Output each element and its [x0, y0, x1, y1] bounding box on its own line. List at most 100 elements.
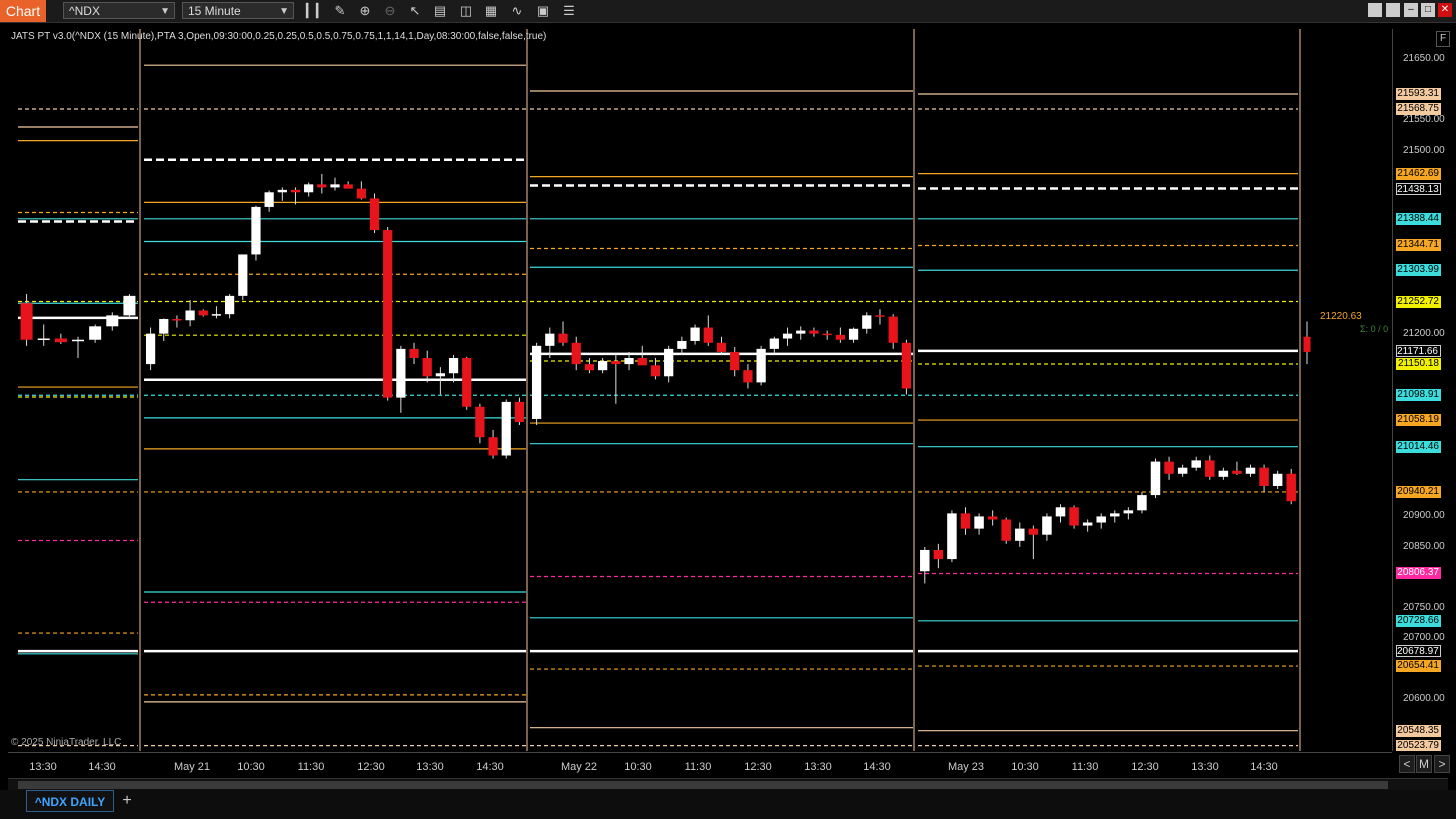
- time-tick-label: 11:30: [297, 761, 325, 773]
- price-tick-label: 20850.00: [1403, 540, 1445, 552]
- candle-body: [782, 333, 793, 339]
- candle-body: [172, 319, 182, 321]
- candle-body: [558, 333, 568, 343]
- candle-body: [1001, 519, 1011, 541]
- data-box-icon[interactable]: ▣: [534, 2, 552, 20]
- scroll-prev-button[interactable]: <: [1399, 755, 1415, 773]
- candle-body: [598, 361, 608, 371]
- add-tab-button[interactable]: +: [118, 792, 136, 810]
- time-tick-label: 12:30: [744, 761, 772, 773]
- candle-body: [225, 295, 235, 315]
- candle-body: [462, 358, 472, 407]
- bar-type-icon[interactable]: ▎▎: [306, 2, 326, 20]
- price-level-tag: 20728.66: [1396, 614, 1441, 627]
- price-level-tag: 21252.72: [1396, 295, 1441, 308]
- candle-body: [1015, 528, 1025, 541]
- price-axis[interactable]: 21650.00 21550.00 21500.00 21200.00 20900.00…: [1392, 29, 1449, 751]
- scroll-next-button[interactable]: >: [1434, 755, 1450, 773]
- candle-body: [637, 358, 647, 366]
- candle-body: [1303, 336, 1311, 352]
- price-tick-label: 21650.00: [1403, 53, 1445, 65]
- chart-panel[interactable]: JATS PT v3.0(^NDX (15 Minute),PTA 3,Open…: [8, 29, 1392, 751]
- candle-body: [862, 315, 872, 329]
- candle-body: [933, 549, 944, 560]
- close-icon[interactable]: ✕: [1438, 3, 1452, 17]
- price-level-tag: 20678.97: [1396, 645, 1441, 658]
- candle-body: [330, 184, 340, 188]
- candle-body: [1042, 516, 1052, 535]
- strategies-icon[interactable]: ▦: [482, 2, 500, 20]
- candle-body: [769, 338, 779, 349]
- chevron-down-icon: ▼: [279, 6, 289, 17]
- candle-body: [1096, 516, 1106, 523]
- candle-body: [304, 184, 314, 193]
- restore-icon[interactable]: [1386, 3, 1400, 17]
- price-level-tag: 21388.44: [1396, 212, 1441, 225]
- candle-body: [796, 330, 806, 334]
- candle-body: [611, 361, 621, 365]
- candle-body: [920, 549, 930, 572]
- candle-body: [1272, 473, 1283, 486]
- properties-icon[interactable]: ▤: [431, 2, 449, 20]
- candle-body: [1286, 473, 1296, 502]
- scroll-thumb[interactable]: [18, 781, 1388, 789]
- candle-body: [987, 516, 998, 520]
- maximize-icon[interactable]: □: [1421, 3, 1435, 17]
- candle-body: [1150, 461, 1161, 496]
- candle-body: [624, 358, 634, 365]
- candle-body: [1110, 513, 1120, 517]
- zoom-in-icon[interactable]: ⊕: [356, 2, 374, 20]
- instrument-selector[interactable]: ^NDX ▼: [63, 2, 175, 19]
- time-tick-label: 14:30: [88, 761, 116, 773]
- chart-app-title: Chart: [0, 0, 46, 22]
- time-tick-label: 11:30: [1071, 761, 1099, 773]
- minimize-icon[interactable]: –: [1404, 3, 1418, 17]
- zoom-out-icon[interactable]: ⊖: [381, 2, 399, 20]
- templates-icon[interactable]: ◫: [457, 2, 475, 20]
- draw-icon[interactable]: ✎: [331, 2, 349, 20]
- candle-body: [290, 189, 301, 193]
- candle-body: [677, 340, 687, 349]
- indicator-label[interactable]: JATS PT v3.0(^NDX (15 Minute),PTA 3,Open…: [11, 31, 546, 42]
- price-level-tag: 21568.75: [1396, 102, 1441, 115]
- last-price-label: 21220.63: [1320, 311, 1362, 322]
- time-tick-label: 14:30: [863, 761, 891, 773]
- interval-selector[interactable]: 15 Minute ▼: [182, 2, 294, 19]
- candle-body: [343, 184, 353, 189]
- chevron-down-icon: ▼: [160, 6, 170, 17]
- candle-body: [37, 338, 50, 341]
- restore-icon[interactable]: [1368, 3, 1382, 17]
- indicators-icon[interactable]: ∿: [508, 2, 526, 20]
- candle-body: [251, 206, 261, 255]
- time-tick-label: 13:30: [416, 761, 444, 773]
- more-icon[interactable]: ☰: [560, 2, 578, 20]
- price-level-tag: 21098.91: [1396, 389, 1441, 402]
- price-level-tag: 21344.71: [1396, 239, 1441, 252]
- price-level-tag: 20806.37: [1396, 567, 1441, 580]
- price-tick-label: 20750.00: [1403, 601, 1445, 613]
- candle-body: [396, 348, 406, 398]
- candle-body: [875, 315, 885, 317]
- price-tick-label: 21550.00: [1403, 114, 1445, 126]
- time-axis[interactable]: 13:30 14:30 May 21 10:30 11:30 12:30 13:30 14:3…: [8, 752, 1392, 777]
- f-button[interactable]: F: [1436, 31, 1450, 47]
- candle-body: [20, 303, 33, 340]
- time-tick-label: 10:30: [1011, 761, 1039, 773]
- copyright-notice: © 2025 NinjaTrader, LLC: [11, 737, 122, 748]
- price-level-tag: 21303.99: [1396, 264, 1441, 277]
- candle-body: [383, 230, 393, 398]
- time-tick-label: 11:30: [684, 761, 712, 773]
- candle-body: [974, 516, 984, 529]
- tab-ndx-daily[interactable]: ^NDX DAILY: [26, 790, 114, 812]
- price-tick-label: 20600.00: [1403, 693, 1445, 705]
- candle-body: [584, 364, 595, 371]
- candle-body: [1245, 467, 1256, 474]
- candle-body: [650, 365, 661, 377]
- candle-body: [822, 333, 832, 336]
- mode-button[interactable]: M: [1416, 755, 1432, 773]
- candle-body: [1028, 528, 1039, 535]
- price-tick-label: 21500.00: [1403, 144, 1445, 156]
- interval-value: 15 Minute: [188, 4, 241, 18]
- price-chart[interactable]: [8, 29, 1392, 751]
- pointer-icon[interactable]: ↖: [406, 2, 424, 20]
